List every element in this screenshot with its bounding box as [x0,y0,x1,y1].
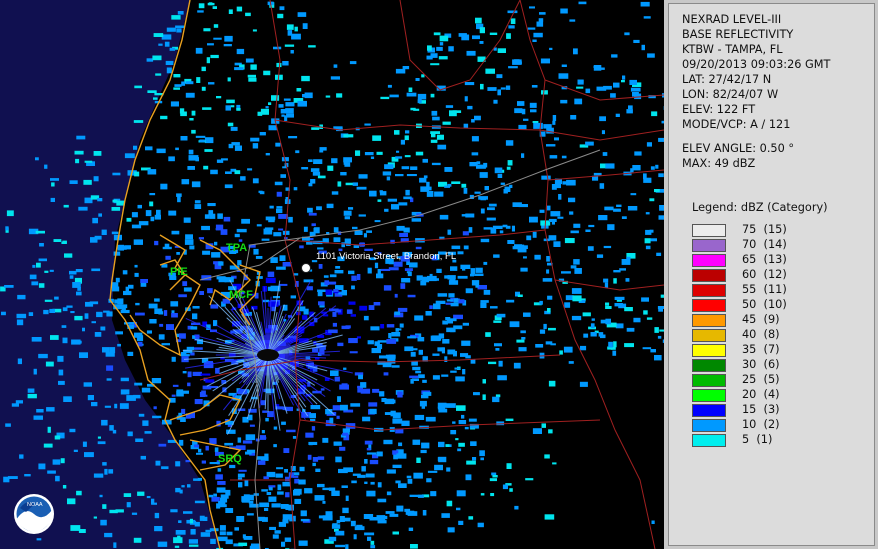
station-name: KTBW - TAMPA, FL [682,43,783,56]
legend-swatch [692,299,726,312]
legend-swatch [692,239,726,252]
legend-swatch [692,344,726,357]
scan-datetime: 09/20/2013 09:03:26 GMT [682,58,831,71]
legend-swatch [692,404,726,417]
legend-label: 35 (7) [742,343,780,356]
elevation-angle: ELEV ANGLE: 0.50 ° [682,142,795,155]
legend-title: Legend: dBZ (Category) [692,201,828,214]
legend-label: 65 (13) [742,253,787,266]
legend-swatch [692,329,726,342]
info-panel: NEXRAD LEVEL-III BASE REFLECTIVITY KTBW … [668,3,875,546]
airport-label-mcf: MCF [229,289,253,301]
airport-label-srq: SRQ [218,453,242,465]
legend-swatch [692,269,726,282]
legend-label: 60 (12) [742,268,787,281]
station-latitude: LAT: 27/42/17 N [682,73,772,86]
noaa-logo: NOAA [14,494,54,534]
address-marker[interactable] [301,263,311,273]
legend-swatch [692,419,726,432]
product-type: BASE REFLECTIVITY [682,28,794,41]
legend-label: 30 (6) [742,358,780,371]
airport-label-pie: PIE [170,266,188,278]
legend-label: 40 (8) [742,328,780,341]
radar-site-center [257,349,279,361]
legend-swatch [692,389,726,402]
legend-label: 55 (11) [742,283,787,296]
legend-swatch [692,374,726,387]
radar-map[interactable]: TPA PIE MCF SRQ 1101 Victoria Street, Br… [0,0,664,549]
airport-label-tpa: TPA [226,242,247,254]
max-reflectivity: MAX: 49 dBZ [682,157,756,170]
legend-label: 10 (2) [742,418,780,431]
radar-map-canvas: TPA PIE MCF SRQ 1101 Victoria Street, Br… [0,0,664,549]
legend-label: 15 (3) [742,403,780,416]
legend-swatch [692,284,726,297]
legend-swatch [692,254,726,267]
legend-swatch [692,224,726,237]
legend-swatch [692,434,726,447]
legend-label: 25 (5) [742,373,780,386]
legend-label: 5 (1) [742,433,773,446]
legend-swatch [692,359,726,372]
legend-swatch [692,314,726,327]
legend-label: 70 (14) [742,238,787,251]
legend-label: 75 (15) [742,223,787,236]
legend-label: 45 (9) [742,313,780,326]
product-name: NEXRAD LEVEL-III [682,13,782,26]
station-longitude: LON: 82/24/07 W [682,88,779,101]
legend-label: 20 (4) [742,388,780,401]
address-label: 1101 Victoria Street, Brandon, FL [316,251,456,262]
legend-label: 50 (10) [742,298,787,311]
svg-text:NOAA: NOAA [27,502,43,508]
station-elevation: ELEV: 122 FT [682,103,756,116]
mode-vcp: MODE/VCP: A / 121 [682,118,791,131]
